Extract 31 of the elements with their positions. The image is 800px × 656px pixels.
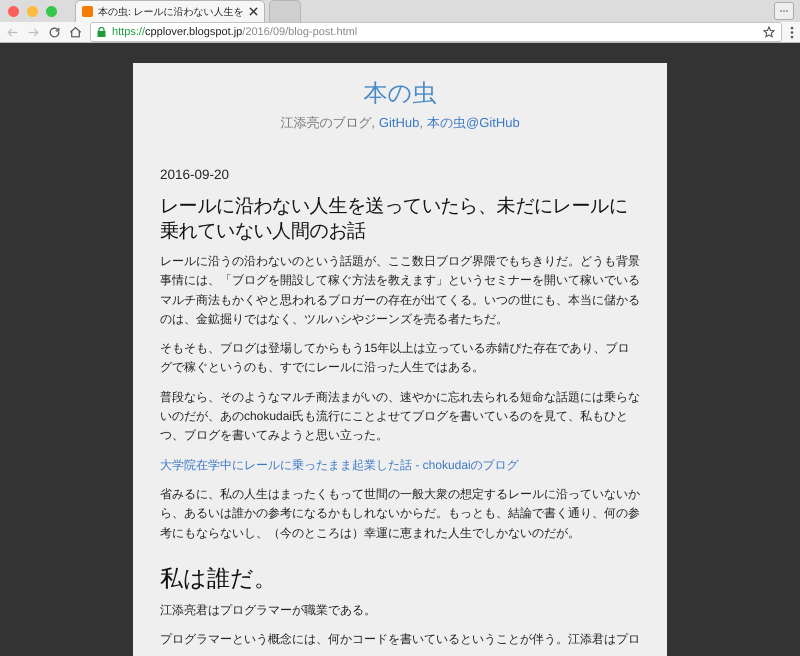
zoom-window-icon[interactable]	[46, 6, 57, 16]
star-icon[interactable]	[763, 26, 775, 38]
reload-icon[interactable]	[48, 26, 61, 38]
back-icon[interactable]	[6, 26, 19, 38]
close-window-icon[interactable]	[8, 6, 19, 16]
subtitle-link[interactable]: GitHub	[378, 115, 420, 130]
subtitle-link[interactable]: 本の虫@GitHub	[427, 115, 520, 130]
paragraph: 江添亮君はプログラマーが職業である。	[160, 602, 377, 619]
url-field[interactable]: https://cpplover.blogspot.jp/2016/09/blog-post.html	[90, 22, 782, 42]
paragraph: 普段なら、そのようなマルチ商法まがいの、速やかに忘れ去られる短命な話題には乗らないのだが、あのchokudai氏も流行にことよせてブログを書いているのを見て、私もひとつ、ブログを書いてみようと思い立った。	[160, 388, 640, 444]
paragraph: プログラマーという概念には、何かコードを書いているということが伴う。江添君はプロ	[160, 631, 640, 648]
home-icon[interactable]	[69, 26, 82, 38]
menu-button[interactable]	[774, 2, 794, 20]
post-date: 2016-09-20	[160, 167, 230, 182]
blog-icon	[82, 6, 93, 17]
paragraph: そもそも、ブログは登場してからもう15年以上は立っている赤錆びた存在であり、ブログで稼ぐというのも、すでにレールに沿った人生ではある。	[160, 340, 630, 376]
lock-icon	[97, 27, 106, 37]
browser-tab[interactable]: 本の虫: レールに沿わない人生を	[75, 0, 265, 22]
blog-title[interactable]: 本の虫	[364, 77, 436, 109]
blog-subtitle: 江添亮のブログ, GitHub, 本の虫@GitHub	[280, 115, 520, 131]
section-heading: 私は誰だ。	[160, 564, 278, 593]
article-link[interactable]: 大学院在学中にレールに乗ったまま起業した話 - chokudaiのブログ	[160, 456, 519, 475]
post-title: レールに沿わない人生を送っていたら、未だにレールに乗れていない人間のお話	[160, 195, 629, 244]
forward-icon[interactable]	[27, 26, 40, 38]
minimize-window-icon[interactable]	[27, 6, 38, 16]
more-icon[interactable]	[790, 26, 794, 38]
more-icon	[779, 9, 789, 13]
close-icon[interactable]	[248, 7, 258, 16]
paragraph: レールに沿うの沿わないのという話題が、ここ数日ブログ界隈でもちきりだ。どうも背景事情には、「ブログを開設して稼ぐ方法を教えます」というセミナーを開いて稼いでいるマルチ商法もかくやと思われるブロガーの存在が出てくる。いつの世にも、本当に儲かるのは、金鉱掘りではなく、ツルハシやジーンズを売る者たちだ。	[160, 253, 640, 328]
paragraph: 省みるに、私の人生はまったくもって世間の一般大衆の想定するレールに沿っていないから、あるいは誰かの参考になるかもしれないからだ。もっとも、結論で書く通り、何の参考にもならないし、（今のところは）幸運に恵まれた人生でしかないのだが。	[160, 486, 640, 542]
new-tab-button[interactable]	[268, 0, 301, 22]
